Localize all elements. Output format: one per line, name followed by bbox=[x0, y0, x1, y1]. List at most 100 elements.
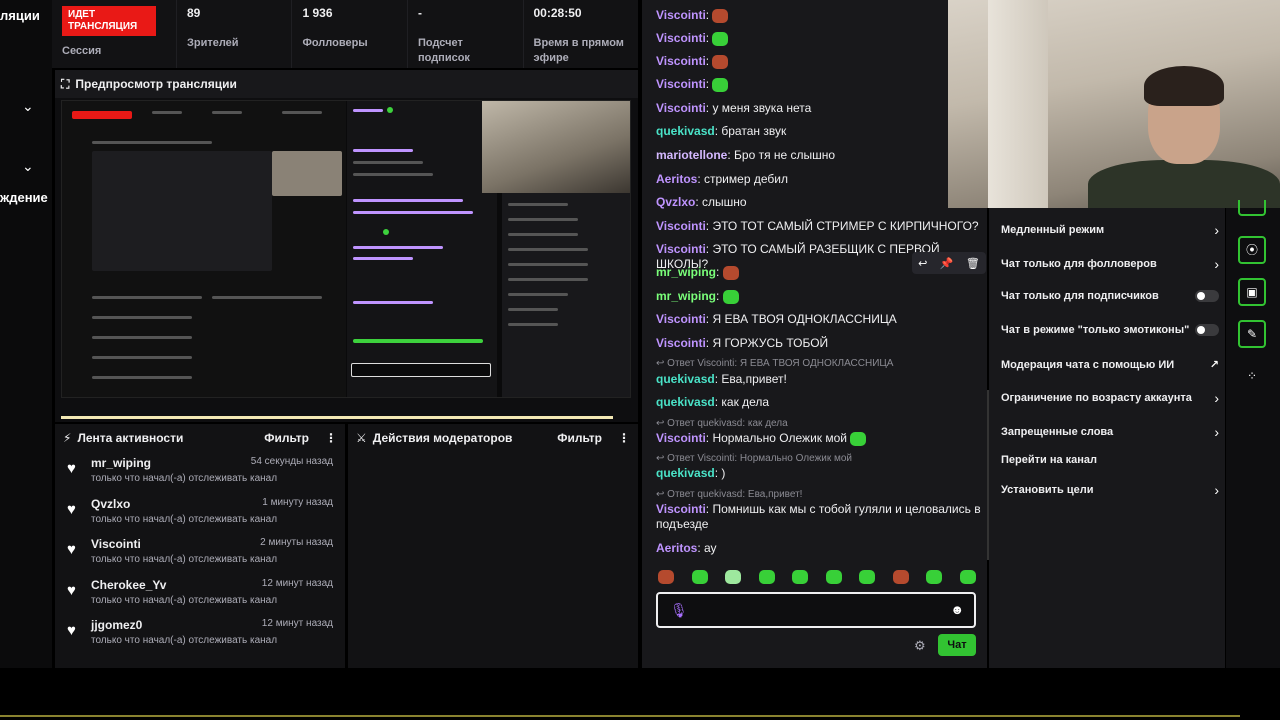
menu-item-label: Чат только для подписчиков bbox=[1001, 290, 1159, 302]
activity-username[interactable]: jjgomez0 bbox=[91, 618, 142, 632]
reply-context[interactable]: ↩ Ответ Viscointi: Я ЕВА ТВОЯ ОДНОКЛАССН… bbox=[656, 358, 893, 369]
activity-item[interactable]: ♥ mr_wiping 54 секунды назад только что нач… bbox=[55, 452, 345, 493]
chat-message[interactable]: Viscointi: ЭТО ТОТ САМЫЙ СТРИМЕР С КИРПИ… bbox=[656, 219, 981, 234]
activity-item[interactable]: ♥ Qvzlxo 1 минуту назад только что начал(-а… bbox=[55, 493, 345, 534]
emote-only-toggle[interactable] bbox=[1195, 324, 1219, 336]
menu-item-banned-words[interactable]: Запрещенные слова › bbox=[1001, 424, 1219, 440]
chat-username[interactable]: Viscointi bbox=[656, 54, 706, 68]
chat-username[interactable]: Viscointi bbox=[656, 431, 706, 445]
reply-icon: ↩ bbox=[656, 489, 668, 500]
chat-message[interactable]: Viscointi: у меня звука нета bbox=[656, 101, 981, 116]
chat-username[interactable]: Viscointi bbox=[656, 336, 706, 350]
more-options-icon[interactable]: ⋮ bbox=[618, 431, 630, 445]
share-icon[interactable]: ⁘ bbox=[1238, 364, 1266, 392]
activity-username[interactable]: mr_wiping bbox=[91, 456, 151, 470]
menu-item-subs-only[interactable]: Чат только для подписчиков bbox=[1001, 290, 1219, 302]
chat-message[interactable]: quekivasd: братан звук bbox=[656, 124, 981, 139]
chevron-down-icon[interactable]: ⌄ bbox=[22, 98, 34, 115]
menu-item-age-restriction[interactable]: Ограничение по возрасту аккаунта › bbox=[1001, 390, 1219, 406]
video-clip-icon[interactable]: ▣ bbox=[1238, 278, 1266, 306]
emote-button[interactable] bbox=[859, 570, 876, 584]
activity-filter-button[interactable]: Фильтр bbox=[264, 431, 309, 445]
chat-message[interactable]: Qvzlxo: слышно bbox=[656, 195, 981, 210]
chat-input[interactable]: 🎙 ☻ bbox=[656, 592, 976, 628]
reply-icon[interactable]: ↩ bbox=[918, 257, 927, 270]
quick-action-button[interactable] bbox=[1238, 200, 1266, 216]
nav-label-broadcast[interactable]: ляции bbox=[0, 8, 40, 23]
delete-icon[interactable]: 🗑 bbox=[966, 257, 980, 270]
chat-message[interactable]: Viscointi: Помнишь как мы с тобой гуляли… bbox=[656, 502, 981, 532]
menu-item-emote-only[interactable]: Чат в режиме "только эмотиконы" bbox=[1001, 324, 1219, 336]
stream-preview-video[interactable] bbox=[61, 100, 631, 398]
chat-message[interactable]: Viscointi: bbox=[656, 54, 981, 69]
activity-item[interactable]: ♥ Cherokee_Yv 12 минут назад только что нач… bbox=[55, 574, 345, 615]
chat-message[interactable]: quekivasd: как дела bbox=[656, 395, 981, 410]
microphone-icon[interactable]: 🎙 bbox=[670, 602, 688, 619]
menu-item-slow-mode[interactable]: Медленный режим › bbox=[1001, 222, 1219, 238]
chat-message[interactable]: Viscointi: Нормально Олежик мой bbox=[656, 431, 981, 446]
menu-item-set-goals[interactable]: Установить цели › bbox=[1001, 482, 1219, 498]
chat-message[interactable]: quekivasd: ) bbox=[656, 466, 981, 481]
chat-send-button[interactable]: Чат bbox=[938, 634, 976, 656]
activity-username[interactable]: Cherokee_Yv bbox=[91, 578, 166, 592]
activity-username[interactable]: Viscointi bbox=[91, 537, 141, 551]
chat-message[interactable]: Aeritos: стример дебил bbox=[656, 172, 981, 187]
chat-username[interactable]: Aeritos bbox=[656, 172, 697, 186]
emote-button[interactable] bbox=[926, 570, 943, 584]
menu-item-followers-only[interactable]: Чат только для фолловеров › bbox=[1001, 256, 1219, 272]
reply-context[interactable]: ↩ Ответ quekivasd: как дела bbox=[656, 418, 788, 429]
chat-username[interactable]: Viscointi bbox=[656, 31, 706, 45]
chat-settings-gear-icon[interactable]: ⚙ bbox=[914, 638, 926, 654]
chat-message[interactable]: Viscointi: bbox=[656, 77, 981, 92]
chat-username[interactable]: Aeritos bbox=[656, 541, 697, 555]
chat-username[interactable]: quekivasd bbox=[656, 395, 715, 409]
nav-label-discovery[interactable]: ждение bbox=[0, 190, 48, 205]
emoji-picker-icon[interactable]: ☻ bbox=[950, 602, 964, 617]
reply-context[interactable]: ↩ Ответ quekivasd: Ева,привет! bbox=[656, 489, 802, 500]
chat-message[interactable]: Viscointi: bbox=[656, 8, 981, 23]
chat-username[interactable]: mariotellone bbox=[656, 148, 727, 162]
chat-username[interactable]: Viscointi bbox=[656, 8, 706, 22]
chat-username[interactable]: Viscointi bbox=[656, 242, 706, 256]
chat-username[interactable]: mr_wiping bbox=[656, 265, 716, 279]
chat-username[interactable]: Qvzlxo bbox=[656, 195, 695, 209]
pin-icon[interactable]: 📌 bbox=[940, 257, 954, 270]
subs-only-toggle[interactable] bbox=[1195, 290, 1219, 302]
chat-message[interactable]: Viscointi: bbox=[656, 31, 981, 46]
emote-button[interactable] bbox=[691, 570, 708, 584]
chat-message[interactable]: Viscointi: Я ГОРЖУСЬ ТОБОЙ bbox=[656, 336, 981, 351]
activity-item[interactable]: ♥ jjgomez0 12 минут назад только что начал(… bbox=[55, 614, 345, 655]
emote-button[interactable] bbox=[758, 570, 775, 584]
chat-username[interactable]: quekivasd bbox=[656, 372, 715, 386]
emote-button[interactable] bbox=[959, 570, 976, 584]
emote-button[interactable] bbox=[792, 570, 809, 584]
chat-message[interactable]: mariotellone: Бро тя не слышно bbox=[656, 148, 981, 163]
chat-username[interactable]: Viscointi bbox=[656, 219, 706, 233]
activity-feed-title: Лента активности bbox=[77, 431, 184, 445]
emote-button[interactable] bbox=[658, 570, 674, 584]
chat-username[interactable]: quekivasd bbox=[656, 124, 715, 138]
chevron-down-icon[interactable]: ⌄ bbox=[22, 158, 34, 175]
mod-actions-filter-button[interactable]: Фильтр bbox=[557, 431, 602, 445]
menu-item-ai-moderation[interactable]: Модерация чата с помощью ИИ ↗ bbox=[1001, 358, 1219, 372]
chat-username[interactable]: mr_wiping bbox=[656, 289, 716, 303]
chat-message[interactable]: Aeritos: ау bbox=[656, 541, 981, 556]
chat-username[interactable]: Viscointi bbox=[656, 77, 706, 91]
broadcast-signal-icon[interactable]: ⦿ bbox=[1238, 236, 1266, 264]
emote-button[interactable] bbox=[825, 570, 842, 584]
chat-username[interactable]: quekivasd bbox=[656, 466, 715, 480]
activity-item[interactable]: ♥ Viscointi 2 минуты назад только что начал… bbox=[55, 533, 345, 574]
chat-message[interactable]: Viscointi: Я ЕВА ТВОЯ ОДНОКЛАССНИЦА bbox=[656, 312, 981, 327]
emote-button[interactable] bbox=[892, 570, 909, 584]
chat-username[interactable]: Viscointi bbox=[656, 502, 706, 516]
chat-message[interactable]: mr_wiping: bbox=[656, 289, 981, 304]
wrench-icon[interactable]: ✎ bbox=[1238, 320, 1266, 348]
chat-username[interactable]: Viscointi bbox=[656, 312, 706, 326]
more-options-icon[interactable]: ⋮ bbox=[325, 431, 337, 445]
menu-item-go-to-channel[interactable]: Перейти на канал bbox=[1001, 454, 1219, 466]
reply-context[interactable]: ↩ Ответ Viscointi: Нормально Олежик мой bbox=[656, 453, 852, 464]
activity-username[interactable]: Qvzlxo bbox=[91, 497, 130, 511]
chat-username[interactable]: Viscointi bbox=[656, 101, 706, 115]
emote-button[interactable] bbox=[725, 570, 742, 584]
chat-message[interactable]: quekivasd: Ева,привет! bbox=[656, 372, 981, 387]
